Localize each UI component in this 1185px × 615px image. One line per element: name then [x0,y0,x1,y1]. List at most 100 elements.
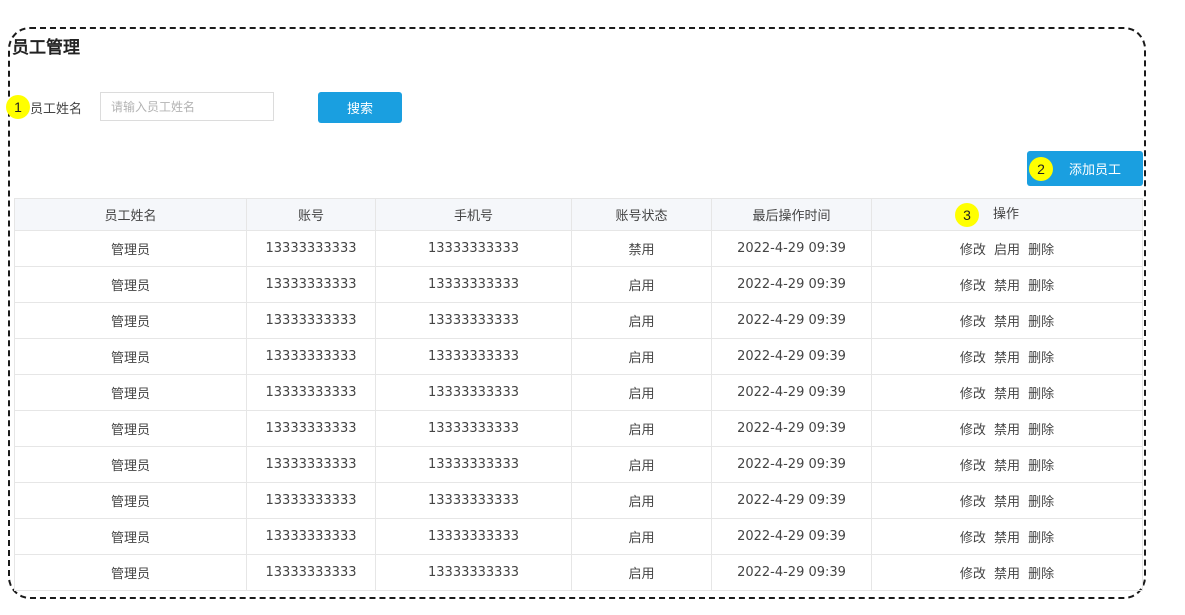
cell-actions: 修改 禁用 删除 [871,302,1143,339]
column-header-actions: 3 操作 [871,198,1143,231]
annotation-marker-1: 1 [6,95,30,119]
cell-status: 启用 [571,554,712,591]
cell-account: 13333333333 [246,554,376,591]
toggle-status-link[interactable]: 禁用 [994,387,1020,402]
cell-name: 管理员 [14,518,247,555]
cell-account: 13333333333 [246,266,376,303]
cell-status: 启用 [571,338,712,375]
cell-account: 13333333333 [246,482,376,519]
cell-actions: 修改 启用 删除 [871,230,1143,267]
delete-link[interactable]: 删除 [1028,387,1054,402]
cell-phone: 13333333333 [375,554,572,591]
cell-actions: 修改 禁用 删除 [871,266,1143,303]
cell-name: 管理员 [14,266,247,303]
delete-link[interactable]: 删除 [1028,423,1054,438]
delete-link[interactable]: 删除 [1028,531,1054,546]
cell-actions: 修改 禁用 删除 [871,374,1143,411]
toggle-status-link[interactable]: 禁用 [994,279,1020,294]
cell-actions: 修改 禁用 删除 [871,518,1143,555]
column-header-name: 员工姓名 [14,198,247,231]
cell-last-time: 2022-4-29 09:39 [711,374,872,411]
delete-link[interactable]: 删除 [1028,567,1054,582]
cell-phone: 13333333333 [375,518,572,555]
table-row: 管理员 13333333333 13333333333 启用 2022-4-29 09:… [14,302,1143,339]
cell-account: 13333333333 [246,518,376,555]
column-header-account: 账号 [246,198,376,231]
employee-name-search-input[interactable] [100,92,274,121]
edit-link[interactable]: 修改 [960,387,986,402]
delete-link[interactable]: 删除 [1028,279,1054,294]
cell-status: 启用 [571,482,712,519]
edit-link[interactable]: 修改 [960,423,986,438]
delete-link[interactable]: 删除 [1028,243,1054,258]
cell-last-time: 2022-4-29 09:39 [711,266,872,303]
table-header-row: 员工姓名 账号 手机号 账号状态 最后操作时间 3 操作 [14,198,1143,231]
cell-last-time: 2022-4-29 09:39 [711,554,872,591]
column-header-status: 账号状态 [571,198,712,231]
cell-last-time: 2022-4-29 09:39 [711,518,872,555]
cell-phone: 13333333333 [375,374,572,411]
toggle-status-link[interactable]: 启用 [994,243,1020,258]
cell-name: 管理员 [14,446,247,483]
cell-account: 13333333333 [246,338,376,375]
cell-last-time: 2022-4-29 09:39 [711,482,872,519]
table-row: 管理员 13333333333 13333333333 启用 2022-4-29 09:… [14,446,1143,483]
toggle-status-link[interactable]: 禁用 [994,315,1020,330]
cell-last-time: 2022-4-29 09:39 [711,302,872,339]
toggle-status-link[interactable]: 禁用 [994,459,1020,474]
cell-name: 管理员 [14,410,247,447]
cell-name: 管理员 [14,554,247,591]
search-button[interactable]: 搜索 [318,92,402,123]
table-row: 管理员 13333333333 13333333333 启用 2022-4-29 09:… [14,374,1143,411]
cell-status: 禁用 [571,230,712,267]
cell-status: 启用 [571,374,712,411]
cell-phone: 13333333333 [375,302,572,339]
delete-link[interactable]: 删除 [1028,351,1054,366]
cell-phone: 13333333333 [375,446,572,483]
column-header-last-time: 最后操作时间 [711,198,872,231]
cell-last-time: 2022-4-29 09:39 [711,230,872,267]
edit-link[interactable]: 修改 [960,351,986,366]
cell-name: 管理员 [14,482,247,519]
cell-status: 启用 [571,446,712,483]
delete-link[interactable]: 删除 [1028,495,1054,510]
edit-link[interactable]: 修改 [960,531,986,546]
cell-actions: 修改 禁用 删除 [871,410,1143,447]
page-title: 员工管理 [12,38,80,58]
edit-link[interactable]: 修改 [960,495,986,510]
cell-phone: 13333333333 [375,230,572,267]
cell-name: 管理员 [14,338,247,375]
edit-link[interactable]: 修改 [960,279,986,294]
cell-name: 管理员 [14,230,247,267]
employee-name-label: 员工姓名 [30,102,83,117]
annotation-marker-3: 3 [954,202,979,227]
cell-name: 管理员 [14,302,247,339]
delete-link[interactable]: 删除 [1028,459,1054,474]
edit-link[interactable]: 修改 [960,315,986,330]
cell-status: 启用 [571,410,712,447]
column-header-actions-label: 操作 [992,207,1019,222]
cell-last-time: 2022-4-29 09:39 [711,446,872,483]
table-row: 管理员 13333333333 13333333333 禁用 2022-4-29 09:… [14,230,1143,267]
toggle-status-link[interactable]: 禁用 [994,567,1020,582]
cell-last-time: 2022-4-29 09:39 [711,410,872,447]
annotation-marker-2: 2 [1029,157,1053,181]
cell-status: 启用 [571,518,712,555]
cell-account: 13333333333 [246,230,376,267]
cell-last-time: 2022-4-29 09:39 [711,338,872,375]
cell-account: 13333333333 [246,302,376,339]
edit-link[interactable]: 修改 [960,243,986,258]
column-header-phone: 手机号 [375,198,572,231]
toggle-status-link[interactable]: 禁用 [994,423,1020,438]
toggle-status-link[interactable]: 禁用 [994,495,1020,510]
table-row: 管理员 13333333333 13333333333 启用 2022-4-29 09:… [14,518,1143,555]
cell-account: 13333333333 [246,374,376,411]
employee-table: 员工姓名 账号 手机号 账号状态 最后操作时间 3 操作 管理员 133333333… [14,198,1143,591]
toggle-status-link[interactable]: 禁用 [994,351,1020,366]
toggle-status-link[interactable]: 禁用 [994,531,1020,546]
delete-link[interactable]: 删除 [1028,315,1054,330]
cell-phone: 13333333333 [375,338,572,375]
edit-link[interactable]: 修改 [960,567,986,582]
cell-status: 启用 [571,302,712,339]
edit-link[interactable]: 修改 [960,459,986,474]
